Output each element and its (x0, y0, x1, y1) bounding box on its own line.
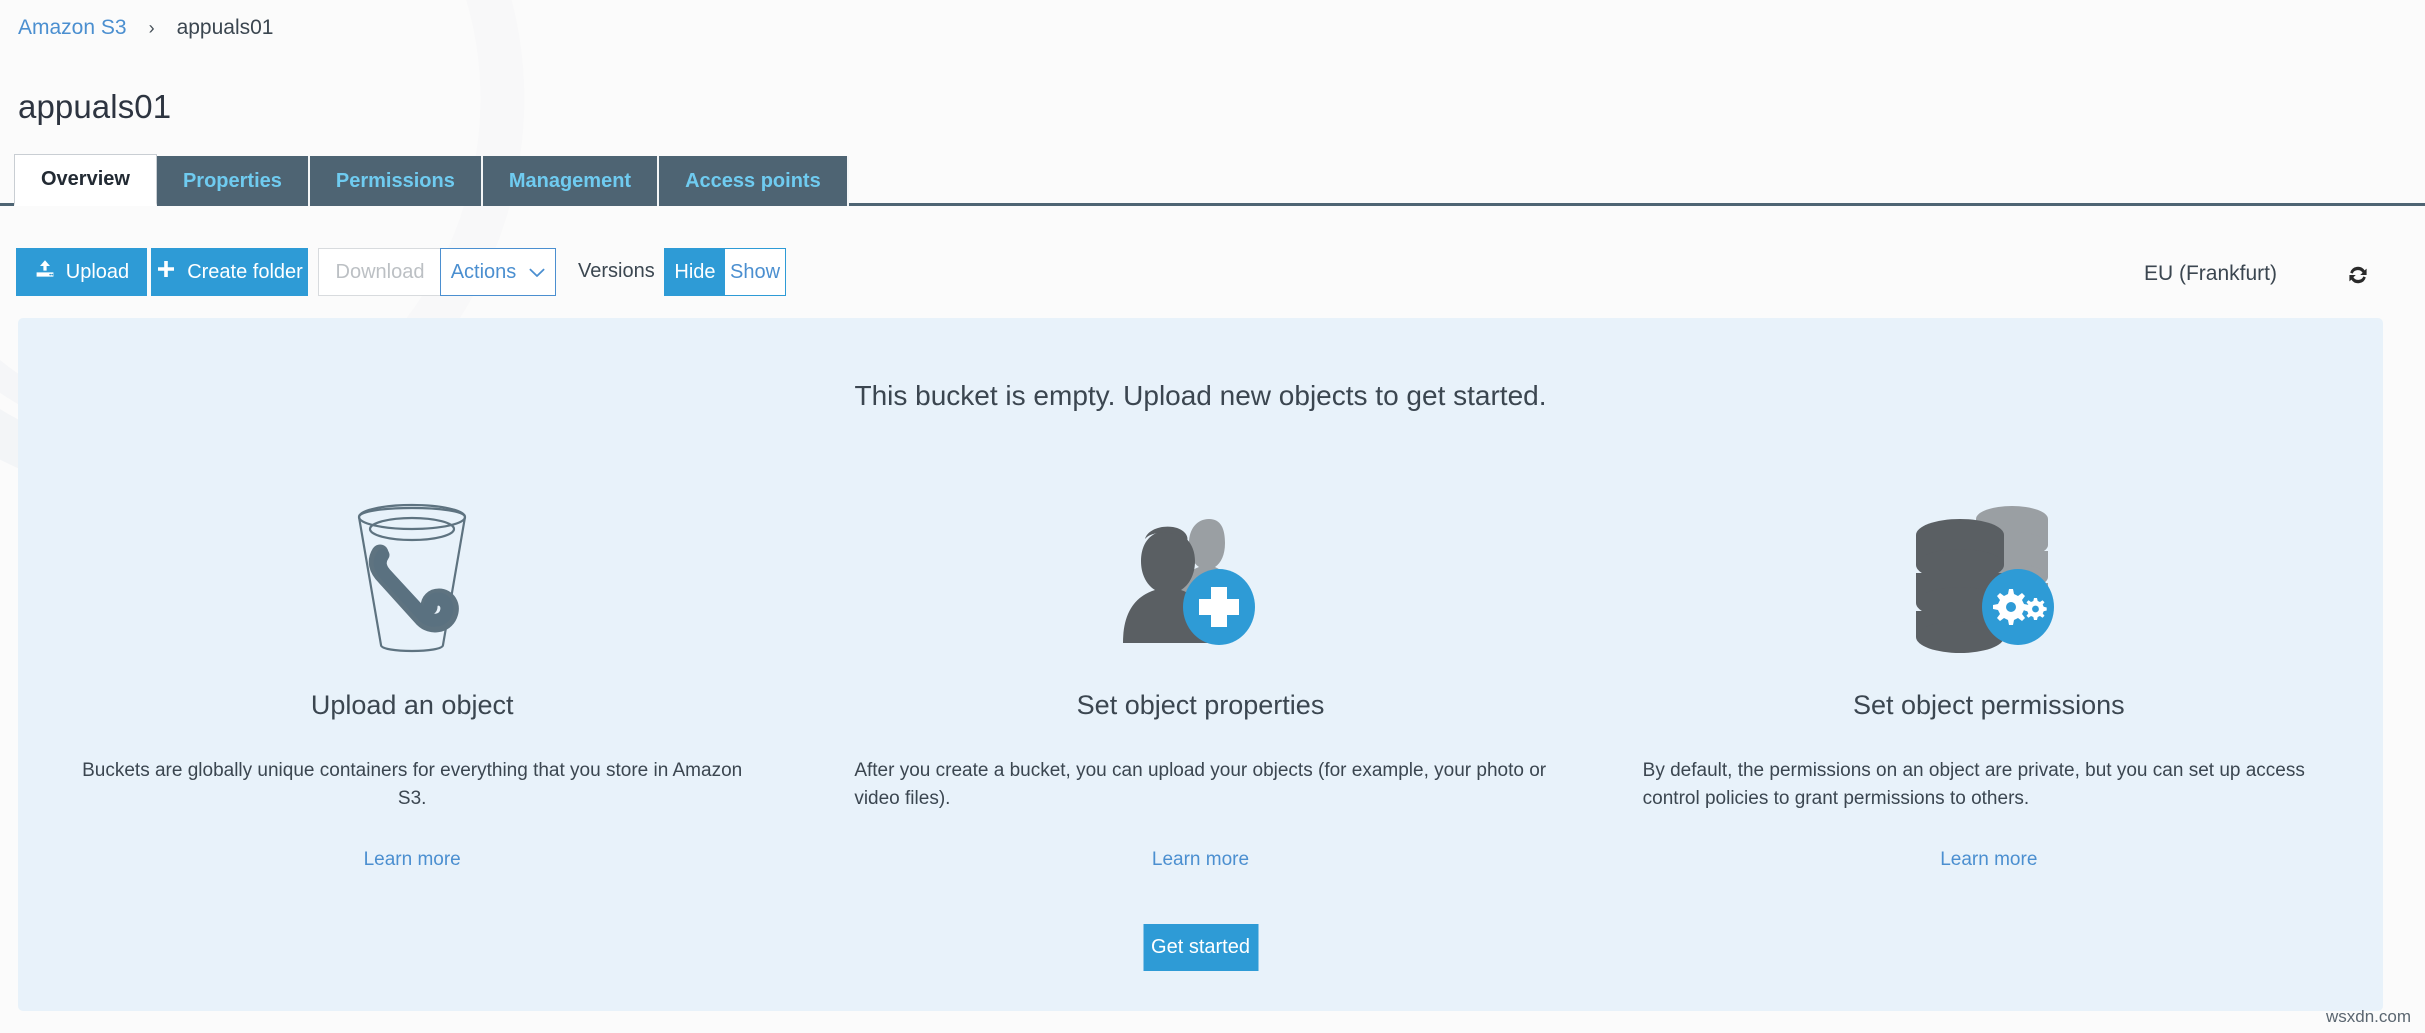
tab-management[interactable]: Management (483, 156, 659, 206)
card-art-permissions (1894, 498, 2084, 666)
versions-hide-toggle[interactable]: Hide (665, 249, 725, 295)
chevron-down-icon (529, 261, 545, 284)
tab-management-label: Management (509, 170, 631, 193)
bucket-icon (317, 493, 507, 666)
plus-icon (156, 259, 176, 285)
actions-button-label: Actions (451, 261, 517, 284)
site-watermark: wsxdn.com (2326, 1007, 2411, 1027)
card-description-upload: Buckets are globally unique containers f… (66, 757, 758, 813)
card-set-object-properties: Set object properties After you create a… (806, 498, 1594, 871)
getting-started-cards: Upload an object Buckets are globally un… (18, 498, 2383, 871)
card-learn-more-upload[interactable]: Learn more (364, 849, 461, 871)
refresh-icon (2344, 261, 2372, 294)
breadcrumb-separator-icon: › (149, 19, 155, 37)
card-art-upload (317, 498, 507, 666)
tab-properties[interactable]: Properties (157, 156, 310, 206)
download-button[interactable]: Download (318, 248, 442, 296)
breadcrumb-link-amazon-s3[interactable]: Amazon S3 (18, 16, 127, 40)
upload-button-label: Upload (66, 261, 129, 284)
versions-label: Versions (578, 260, 655, 283)
tab-permissions-label: Permissions (336, 170, 455, 193)
card-description-properties: After you create a bucket, you can uploa… (854, 757, 1546, 813)
card-title-permissions: Set object permissions (1853, 690, 2125, 721)
create-folder-button-label: Create folder (187, 261, 303, 284)
object-toolbar: Upload Create folder Download Actions Ve… (0, 248, 2425, 300)
card-title-upload: Upload an object (311, 690, 514, 721)
region-label: EU (Frankfurt) (2144, 262, 2277, 286)
create-folder-button[interactable]: Create folder (151, 248, 308, 296)
download-button-label: Download (336, 261, 425, 284)
card-learn-more-permissions[interactable]: Learn more (1940, 849, 2037, 871)
versions-hide-label: Hide (674, 261, 715, 284)
card-art-properties (1105, 498, 1295, 666)
empty-state-message: This bucket is empty. Upload new objects… (18, 380, 2383, 412)
refresh-button[interactable] (2341, 260, 2375, 294)
versions-toggle-group: Hide Show (664, 248, 786, 296)
get-started-button[interactable]: Get started (1143, 924, 1258, 971)
actions-dropdown-button[interactable]: Actions (440, 248, 556, 296)
tab-permissions[interactable]: Permissions (310, 156, 483, 206)
database-gears-icon (1894, 493, 2084, 666)
tab-access-points[interactable]: Access points (659, 156, 849, 206)
tab-properties-label: Properties (183, 170, 282, 193)
users-add-icon (1105, 493, 1295, 666)
breadcrumb-current-bucket: appuals01 (177, 16, 274, 40)
tab-access-points-label: Access points (685, 170, 821, 193)
card-upload-an-object: Upload an object Buckets are globally un… (18, 498, 806, 871)
card-title-properties: Set object properties (1077, 690, 1325, 721)
upload-icon (34, 258, 56, 286)
card-description-permissions: By default, the permissions on an object… (1643, 757, 2335, 813)
versions-show-toggle[interactable]: Show (725, 249, 785, 295)
versions-show-label: Show (730, 261, 780, 284)
upload-button[interactable]: Upload (16, 248, 147, 296)
breadcrumb: Amazon S3 › appuals01 (18, 14, 273, 42)
card-learn-more-properties[interactable]: Learn more (1152, 849, 1249, 871)
s3-bucket-overview-page: Amazon S3 › appuals01 appuals01 Overview… (0, 0, 2425, 1033)
page-title: appuals01 (18, 88, 171, 126)
tab-overview-label: Overview (41, 168, 130, 191)
tab-overview[interactable]: Overview (14, 154, 157, 206)
empty-bucket-panel: This bucket is empty. Upload new objects… (18, 318, 2383, 1011)
bucket-tabs: Overview Properties Permissions Manageme… (0, 154, 2425, 206)
card-set-object-permissions: Set object permissions By default, the p… (1595, 498, 2383, 871)
